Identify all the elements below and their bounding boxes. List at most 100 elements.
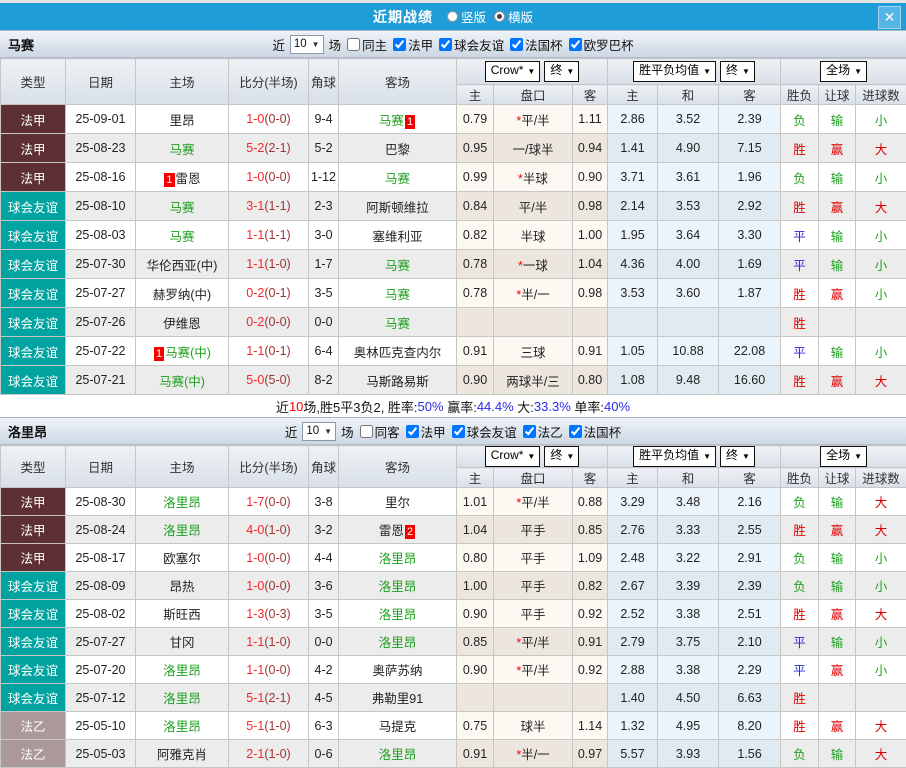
halftime-score: (0-3): [264, 607, 290, 621]
fulltime-score: 1-0: [246, 112, 264, 126]
home-team: 欧塞尔: [136, 544, 229, 572]
euro-avg-select[interactable]: 胜平负均值▼: [633, 446, 716, 467]
halftime-score: (2-1): [264, 691, 290, 705]
filter-checkbox-欧罗巴杯[interactable]: [569, 38, 582, 51]
home-team-name: 洛里昂: [163, 524, 201, 538]
away-team-name: 马赛: [385, 317, 410, 331]
filter-checkbox-法国杯[interactable]: [510, 38, 523, 51]
euro-draw-odds: 3.38: [658, 656, 719, 684]
full-match-select[interactable]: 全场▼: [820, 61, 867, 82]
euro-home-odds: 1.08: [608, 366, 658, 395]
match-number-badge: 1: [154, 347, 164, 361]
filter-checkbox-球会友谊[interactable]: [439, 38, 452, 51]
match-count-value: 10: [294, 38, 307, 50]
team-section-header: 马赛近10▼场同主法甲球会友谊法国杯欧罗巴杯: [0, 30, 906, 58]
odds-source-select[interactable]: Crow*▼: [485, 61, 541, 82]
outcome-result: 平: [781, 656, 819, 684]
home-team-name: 雷恩: [176, 172, 201, 186]
euro-home-odds: 1.95: [608, 221, 658, 250]
corner-cell: 3-6: [309, 572, 339, 600]
date-cell: 25-08-03: [66, 221, 136, 250]
handicap-value: 半/一: [521, 748, 549, 762]
filter-label: 同主: [362, 35, 387, 54]
table-head: 类型日期主场比分(半场)角球客场Crow*▼终▼胜平负均值▼终▼全场▼主盘口客主…: [1, 59, 906, 105]
asia-final-select[interactable]: 终▼: [544, 446, 579, 467]
handicap-result: 赢: [819, 656, 856, 684]
score-cell: 1-1(1-0): [229, 628, 309, 656]
outcome-result: 负: [781, 488, 819, 516]
table-row: 球会友谊25-07-30华伦西亚(中)1-1(1-0)1-7马赛0.78*一球1…: [1, 250, 906, 279]
goals-result: 小: [856, 572, 906, 600]
euro-draw-odds: 3.39: [658, 572, 719, 600]
corner-cell: 1-12: [309, 163, 339, 192]
outcome-result: 胜: [781, 712, 819, 740]
outcome-result: 胜: [781, 134, 819, 163]
away-team-name: 马赛: [379, 114, 404, 128]
away-team: 洛里昂: [339, 572, 457, 600]
filter-checkbox-法甲[interactable]: [406, 425, 419, 438]
euro-draw-odds: 10.88: [658, 337, 719, 366]
euro-away-odds: 1.69: [719, 250, 781, 279]
halftime-score: (0-0): [264, 495, 290, 509]
col-header-asia-home: 主: [457, 85, 494, 105]
fulltime-score: 1-0: [246, 551, 264, 565]
fulltime-score: 1-1: [246, 663, 264, 677]
horizontal-layout-radio[interactable]: [494, 11, 505, 22]
home-team-name: 赫罗纳(中): [153, 288, 211, 302]
filter-checkbox-球会友谊[interactable]: [452, 425, 465, 438]
filter-checkbox-法甲[interactable]: [393, 38, 406, 51]
date-cell: 25-08-24: [66, 516, 136, 544]
header-row-groups: 类型日期主场比分(半场)角球客场Crow*▼终▼胜平负均值▼终▼全场▼: [1, 59, 906, 85]
league-cell: 球会友谊: [1, 337, 66, 366]
halftime-score: (0-0): [264, 663, 290, 677]
table-row: 法甲25-08-17欧塞尔1-0(0-0)4-4洛里昂0.80平手1.092.4…: [1, 544, 906, 572]
euro-final-select[interactable]: 终▼: [720, 446, 755, 467]
match-number-badge: 1: [164, 173, 174, 187]
vertical-layout-radio[interactable]: [447, 11, 458, 22]
fulltime-score: 5-1: [246, 719, 264, 733]
filter-checkbox-法国杯[interactable]: [569, 425, 582, 438]
euro-home-odds: 2.76: [608, 516, 658, 544]
match-count-select[interactable]: 10▼: [290, 35, 324, 54]
handicap-value: 平/半: [521, 636, 549, 650]
halftime-score: (2-1): [264, 141, 290, 155]
asia-handicap: *半/一: [494, 740, 573, 768]
col-header-type: 类型: [1, 59, 66, 105]
filter-checkbox-同主[interactable]: [347, 38, 360, 51]
euro-away-odds: 2.39: [719, 105, 781, 134]
handicap-result: [819, 308, 856, 337]
asia-final-select[interactable]: 终▼: [544, 61, 579, 82]
summary-segment: 50%: [418, 399, 444, 414]
match-count-select[interactable]: 10▼: [302, 422, 336, 441]
euro-home-odds: 2.88: [608, 656, 658, 684]
odds-source-select[interactable]: Crow*▼: [485, 446, 541, 467]
col-header-home: 主场: [136, 59, 229, 105]
vertical-layout-label[interactable]: 竖版: [461, 7, 486, 26]
col-header-euro-draw: 和: [658, 85, 719, 105]
away-team: 雷恩2: [339, 516, 457, 544]
filter-checkbox-法乙[interactable]: [523, 425, 536, 438]
outcome-result: 平: [781, 221, 819, 250]
full-match-select[interactable]: 全场▼: [820, 446, 867, 467]
date-cell: 25-07-27: [66, 628, 136, 656]
col-header-corner: 角球: [309, 59, 339, 105]
col-header-handicap-result: 让球: [819, 85, 856, 105]
euro-avg-select[interactable]: 胜平负均值▼: [633, 61, 716, 82]
away-team: 洛里昂: [339, 628, 457, 656]
asia-away-odds: 0.90: [573, 163, 608, 192]
table-row: 法甲25-08-23马赛5-2(2-1)5-2巴黎0.95一/球半0.941.4…: [1, 134, 906, 163]
score-cell: 1-0(0-0): [229, 105, 309, 134]
euro-final-select[interactable]: 终▼: [720, 61, 755, 82]
close-icon[interactable]: ✕: [878, 6, 901, 29]
chevron-down-icon: ▼: [703, 452, 711, 461]
home-team: 华伦西亚(中): [136, 250, 229, 279]
filter-checkbox-同客[interactable]: [360, 425, 373, 438]
league-cell: 球会友谊: [1, 192, 66, 221]
asia-away-odds: 0.97: [573, 740, 608, 768]
league-cell: 球会友谊: [1, 600, 66, 628]
horizontal-layout-label[interactable]: 横版: [508, 7, 533, 26]
fulltime-score: 0-2: [246, 315, 264, 329]
euro-draw-odds: 3.52: [658, 105, 719, 134]
goals-result: 小: [856, 279, 906, 308]
euro-home-odds: 2.79: [608, 628, 658, 656]
